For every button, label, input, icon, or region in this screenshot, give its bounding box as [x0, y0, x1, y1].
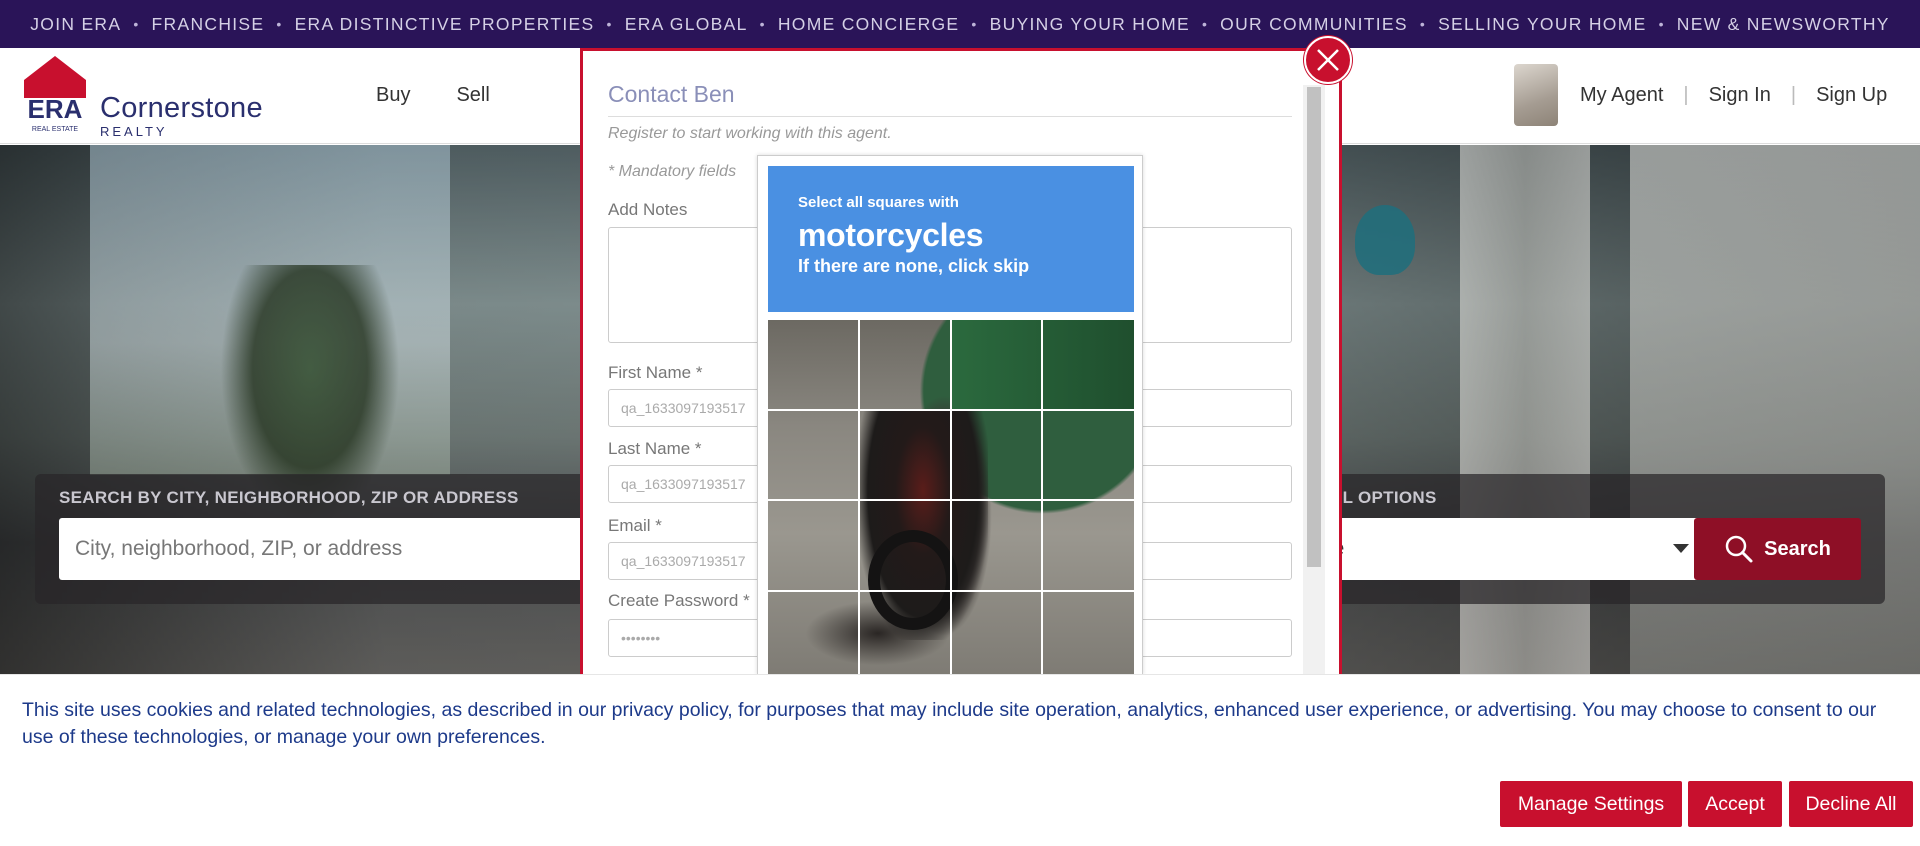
decline-all-button[interactable]: Decline All: [1789, 781, 1913, 827]
search-input[interactable]: [59, 518, 619, 580]
topnav-separator: •: [606, 16, 613, 32]
topnav-separator: •: [133, 16, 140, 32]
topnav-new-newsworthy[interactable]: NEW & NEWSWORTHY: [1677, 14, 1890, 35]
topnav-our-communities[interactable]: OUR COMMUNITIES: [1220, 14, 1408, 35]
captcha-target: motorcycles: [798, 217, 984, 253]
svg-text:ERA: ERA: [28, 94, 83, 124]
hero-vase: [1355, 205, 1415, 275]
logo-subtitle: REALTY: [100, 124, 168, 139]
nav-buy[interactable]: Buy: [376, 84, 410, 107]
agent-avatar[interactable]: [1514, 64, 1558, 126]
topnav-era-global[interactable]: ERA GLOBAL: [625, 14, 748, 35]
password-label: Create Password *: [608, 591, 750, 610]
logo-name: Cornerstone: [100, 92, 263, 124]
topnav-separator: •: [1201, 16, 1209, 32]
era-logo[interactable]: ERA REAL ESTATE Cornerstone REALTY: [22, 54, 263, 139]
captcha-header: Select all squares with motorcycles If t…: [768, 166, 1134, 312]
link-divider: |: [1683, 84, 1689, 106]
close-icon: [1317, 49, 1339, 71]
search-button-label: Search: [1764, 537, 1831, 560]
svg-text:REAL ESTATE: REAL ESTATE: [32, 126, 78, 133]
topnav-distinctive-properties[interactable]: ERA DISTINCTIVE PROPERTIES: [295, 14, 595, 35]
link-divider: |: [1790, 84, 1797, 106]
accept-button[interactable]: Accept: [1688, 781, 1782, 827]
captcha-challenge: Select all squares with motorcycles If t…: [757, 155, 1143, 676]
topnav-separator: •: [276, 16, 283, 32]
era-logo-mark: ERA REAL ESTATE: [24, 56, 86, 133]
my-agent-link[interactable]: My Agent: [1580, 84, 1663, 107]
topnav-separator: •: [1658, 16, 1665, 32]
modal-title: Contact Ben: [608, 81, 1292, 117]
notes-label: Add Notes: [608, 200, 688, 219]
grid-line: [950, 320, 952, 676]
grid-line: [1041, 320, 1043, 676]
sign-in-link[interactable]: Sign In: [1709, 84, 1771, 107]
cookie-banner: This site uses cookies and related techn…: [0, 674, 1920, 846]
grid-line: [768, 499, 1134, 501]
close-modal-button[interactable]: [1304, 36, 1352, 84]
topnav-home-concierge[interactable]: HOME CONCIERGE: [778, 14, 960, 35]
search-icon: [1725, 535, 1753, 563]
captcha-hint: If there are none, click skip: [798, 256, 1030, 276]
captcha-image-wheel: [868, 530, 958, 630]
nav-sell[interactable]: Sell: [456, 84, 489, 107]
user-links: My Agent | Sign In | Sign Up: [1580, 84, 1887, 107]
grid-line: [768, 590, 1134, 592]
modal-scrollbar-thumb[interactable]: [1307, 87, 1321, 567]
grid-line: [858, 320, 860, 676]
manage-settings-button[interactable]: Manage Settings: [1500, 781, 1682, 827]
captcha-instruction: Select all squares with: [798, 194, 959, 211]
search-button[interactable]: Search: [1694, 518, 1861, 580]
sign-up-link[interactable]: Sign Up: [1816, 84, 1887, 107]
topnav-separator: •: [1419, 16, 1427, 32]
last-name-label: Last Name *: [608, 439, 702, 458]
topnav-franchise[interactable]: FRANCHISE: [152, 14, 265, 35]
grid-line: [768, 409, 1134, 411]
mandatory-note: * Mandatory fields: [608, 163, 737, 180]
top-navigation: JOIN ERA • FRANCHISE • ERA DISTINCTIVE P…: [0, 0, 1920, 48]
chevron-down-icon: [1673, 544, 1689, 553]
topnav-buying-your-home[interactable]: BUYING YOUR HOME: [990, 14, 1190, 35]
captcha-image-grid[interactable]: [768, 320, 1134, 676]
email-label: Email *: [608, 516, 662, 535]
topnav-join-era[interactable]: JOIN ERA: [30, 14, 121, 35]
topnav-separator: •: [759, 16, 766, 32]
options-select[interactable]: de: [1320, 518, 1703, 580]
main-nav: Buy Sell: [376, 84, 490, 107]
options-label: AL OPTIONS: [1330, 488, 1437, 507]
first-name-label: First Name *: [608, 363, 703, 382]
modal-subtitle: Register to start working with this agen…: [608, 125, 892, 142]
topnav-selling-your-home[interactable]: SELLING YOUR HOME: [1438, 14, 1647, 35]
search-label: SEARCH BY CITY, NEIGHBORHOOD, ZIP OR ADD…: [59, 488, 519, 507]
topnav-separator: •: [971, 16, 978, 32]
cookie-text: This site uses cookies and related techn…: [22, 699, 1877, 748]
